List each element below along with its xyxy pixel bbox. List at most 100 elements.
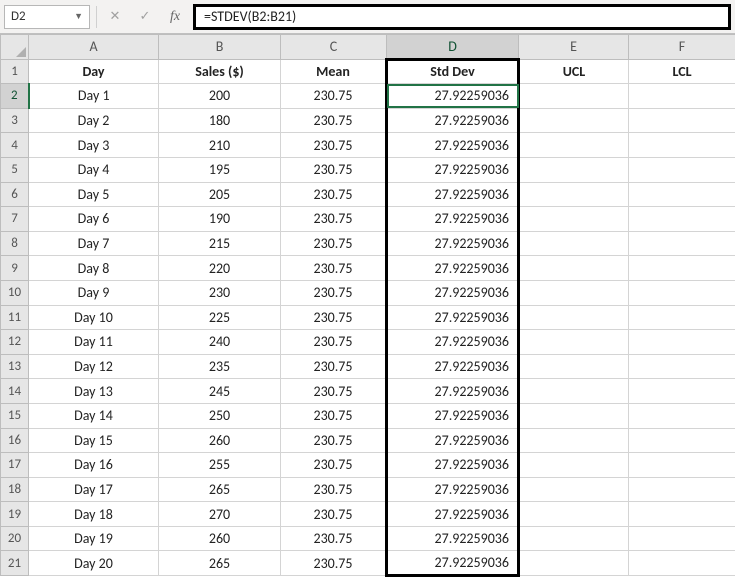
cell-ucl[interactable]: [519, 379, 629, 404]
cell-lcl[interactable]: [629, 453, 735, 478]
cell-day[interactable]: Day 11: [29, 330, 159, 355]
col-header-a[interactable]: A: [29, 35, 159, 60]
cell-std[interactable]: 27.92259036: [387, 428, 519, 453]
row-header[interactable]: 14: [1, 379, 29, 404]
cell-day[interactable]: Day 7: [29, 231, 159, 256]
chevron-down-icon[interactable]: ▼: [74, 11, 83, 22]
row-header[interactable]: 19: [1, 502, 29, 527]
row-header[interactable]: 8: [1, 231, 29, 256]
cell-lcl[interactable]: [629, 428, 735, 453]
cell-ucl[interactable]: [519, 330, 629, 355]
cell-lcl[interactable]: [629, 477, 735, 502]
cell-std[interactable]: 27.92259036: [387, 379, 519, 404]
cell-sales[interactable]: 255: [159, 453, 281, 478]
cell-lcl[interactable]: [629, 502, 735, 527]
formula-input[interactable]: =STDEV(B2:B21): [193, 4, 731, 30]
cell-ucl[interactable]: [519, 207, 629, 232]
cell-std[interactable]: 27.92259036: [387, 157, 519, 182]
cell-std[interactable]: 27.92259036: [387, 84, 519, 109]
cell-ucl[interactable]: [519, 354, 629, 379]
cell-lcl[interactable]: [629, 526, 735, 551]
cell-std[interactable]: 27.92259036: [387, 256, 519, 281]
cell-mean[interactable]: 230.75: [281, 526, 387, 551]
cell-std[interactable]: 27.92259036: [387, 502, 519, 527]
cell-ucl[interactable]: [519, 108, 629, 133]
cell-day[interactable]: Day 2: [29, 108, 159, 133]
cell-lcl[interactable]: [629, 379, 735, 404]
cell-std[interactable]: 27.92259036: [387, 133, 519, 158]
header-lcl[interactable]: LCL: [629, 59, 735, 84]
cell-sales[interactable]: 225: [159, 305, 281, 330]
cell-sales[interactable]: 215: [159, 231, 281, 256]
cell-lcl[interactable]: [629, 108, 735, 133]
cell-std[interactable]: 27.92259036: [387, 231, 519, 256]
fx-icon[interactable]: fx: [163, 5, 187, 29]
cell-lcl[interactable]: [629, 551, 735, 576]
cell-std[interactable]: 27.92259036: [387, 354, 519, 379]
cell-day[interactable]: Day 13: [29, 379, 159, 404]
header-sales[interactable]: Sales ($): [159, 59, 281, 84]
row-header[interactable]: 17: [1, 453, 29, 478]
cell-mean[interactable]: 230.75: [281, 84, 387, 109]
cell-mean[interactable]: 230.75: [281, 354, 387, 379]
cell-ucl[interactable]: [519, 280, 629, 305]
cell-ucl[interactable]: [519, 551, 629, 576]
cell-sales[interactable]: 230: [159, 280, 281, 305]
select-all-corner[interactable]: [1, 35, 29, 60]
cell-ucl[interactable]: [519, 403, 629, 428]
cell-lcl[interactable]: [629, 182, 735, 207]
row-header[interactable]: 6: [1, 182, 29, 207]
col-header-e[interactable]: E: [519, 35, 629, 60]
cell-ucl[interactable]: [519, 84, 629, 109]
row-header[interactable]: 7: [1, 207, 29, 232]
cell-sales[interactable]: 260: [159, 526, 281, 551]
cell-mean[interactable]: 230.75: [281, 133, 387, 158]
row-header[interactable]: 3: [1, 108, 29, 133]
row-header[interactable]: 11: [1, 305, 29, 330]
cell-mean[interactable]: 230.75: [281, 256, 387, 281]
cell-mean[interactable]: 230.75: [281, 305, 387, 330]
row-header[interactable]: 21: [1, 551, 29, 576]
cell-mean[interactable]: 230.75: [281, 403, 387, 428]
cell-day[interactable]: Day 12: [29, 354, 159, 379]
cell-std[interactable]: 27.92259036: [387, 207, 519, 232]
cell-sales[interactable]: 195: [159, 157, 281, 182]
cell-day[interactable]: Day 16: [29, 453, 159, 478]
cell-mean[interactable]: 230.75: [281, 231, 387, 256]
cell-sales[interactable]: 265: [159, 551, 281, 576]
cell-ucl[interactable]: [519, 502, 629, 527]
row-header[interactable]: 4: [1, 133, 29, 158]
cell-sales[interactable]: 265: [159, 477, 281, 502]
cell-sales[interactable]: 200: [159, 84, 281, 109]
row-header[interactable]: 9: [1, 256, 29, 281]
cell-std[interactable]: 27.92259036: [387, 477, 519, 502]
cell-mean[interactable]: 230.75: [281, 157, 387, 182]
cell-std[interactable]: 27.92259036: [387, 526, 519, 551]
cell-mean[interactable]: 230.75: [281, 108, 387, 133]
cell-mean[interactable]: 230.75: [281, 428, 387, 453]
cell-sales[interactable]: 210: [159, 133, 281, 158]
cell-mean[interactable]: 230.75: [281, 330, 387, 355]
cell-mean[interactable]: 230.75: [281, 502, 387, 527]
cell-day[interactable]: Day 15: [29, 428, 159, 453]
cell-mean[interactable]: 230.75: [281, 280, 387, 305]
cell-ucl[interactable]: [519, 182, 629, 207]
cell-std[interactable]: 27.92259036: [387, 403, 519, 428]
cell-ucl[interactable]: [519, 231, 629, 256]
cell-day[interactable]: Day 18: [29, 502, 159, 527]
header-std[interactable]: Std Dev: [387, 59, 519, 84]
cell-mean[interactable]: 230.75: [281, 207, 387, 232]
header-mean[interactable]: Mean: [281, 59, 387, 84]
row-header[interactable]: 10: [1, 280, 29, 305]
row-header[interactable]: 13: [1, 354, 29, 379]
cell-mean[interactable]: 230.75: [281, 182, 387, 207]
cell-std[interactable]: 27.92259036: [387, 108, 519, 133]
cell-day[interactable]: Day 1: [29, 84, 159, 109]
cell-lcl[interactable]: [629, 133, 735, 158]
cell-day[interactable]: Day 6: [29, 207, 159, 232]
col-header-c[interactable]: C: [281, 35, 387, 60]
cell-mean[interactable]: 230.75: [281, 453, 387, 478]
cell-ucl[interactable]: [519, 526, 629, 551]
cell-sales[interactable]: 250: [159, 403, 281, 428]
cell-lcl[interactable]: [629, 256, 735, 281]
